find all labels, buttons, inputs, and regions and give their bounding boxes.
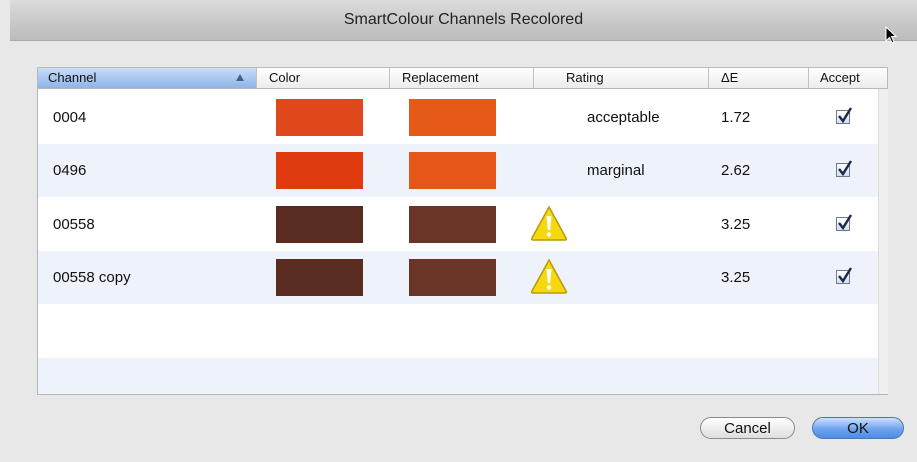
color-swatch — [276, 152, 363, 189]
sort-ascending-icon — [236, 74, 244, 81]
channel-name: 00558 — [53, 216, 95, 233]
color-swatch — [276, 259, 363, 296]
delta-e-value: 3.25 — [721, 216, 751, 233]
cancel-button[interactable]: Cancel — [700, 417, 795, 439]
table-scrollbar[interactable] — [878, 89, 888, 394]
rating-label: marginal — [587, 162, 645, 179]
channel-name: 00558 copy — [53, 269, 131, 286]
delta-e-value: 2.62 — [721, 162, 751, 179]
color-swatch — [276, 206, 363, 243]
column-header-replacement[interactable]: Replacement — [390, 68, 534, 88]
replacement-swatch — [409, 99, 496, 136]
rating-label: acceptable — [587, 109, 660, 126]
column-header-rating[interactable]: Rating — [534, 68, 709, 88]
color-swatch — [276, 99, 363, 136]
channel-name: 0496 — [53, 162, 87, 179]
checkmark-icon — [838, 107, 853, 124]
accept-checkbox[interactable] — [836, 267, 853, 284]
column-header-color[interactable]: Color — [257, 68, 390, 88]
table-header: Channel Color Replacement Rating ΔE Acce… — [37, 67, 888, 89]
channel-name: 0004 — [53, 109, 87, 126]
delta-e-value: 1.72 — [721, 109, 751, 126]
table-row[interactable]: 00558 copy 3.25 — [38, 251, 878, 304]
window-title: SmartColour Channels Recolored — [343, 11, 584, 28]
checkmark-icon — [838, 267, 853, 284]
accept-checkbox[interactable] — [836, 107, 853, 124]
replacement-swatch — [409, 259, 496, 296]
replacement-swatch — [409, 152, 496, 189]
empty-row — [38, 305, 878, 358]
table-row[interactable]: 0496 marginal 2.62 — [38, 144, 878, 197]
empty-row — [38, 358, 878, 394]
warning-icon — [530, 258, 568, 294]
delta-e-value: 3.25 — [721, 269, 751, 286]
column-header-delta-e[interactable]: ΔE — [709, 68, 809, 88]
table-row[interactable]: 00558 3.25 — [38, 198, 878, 251]
mouse-cursor-icon — [885, 26, 898, 44]
column-header-channel[interactable]: Channel — [38, 68, 257, 88]
title-bar[interactable]: SmartColour Channels Recolored — [10, 0, 917, 41]
checkmark-icon — [838, 160, 853, 177]
ok-button[interactable]: OK — [812, 417, 904, 439]
warning-icon — [530, 205, 568, 241]
table-row[interactable]: 0004 acceptable 1.72 — [38, 91, 878, 144]
accept-checkbox[interactable] — [836, 160, 853, 177]
dialog-window: SmartColour Channels Recolored Channel C… — [0, 0, 917, 462]
column-header-accept[interactable]: Accept — [809, 68, 887, 88]
accept-checkbox[interactable] — [836, 214, 853, 231]
checkmark-icon — [838, 214, 853, 231]
replacement-swatch — [409, 206, 496, 243]
